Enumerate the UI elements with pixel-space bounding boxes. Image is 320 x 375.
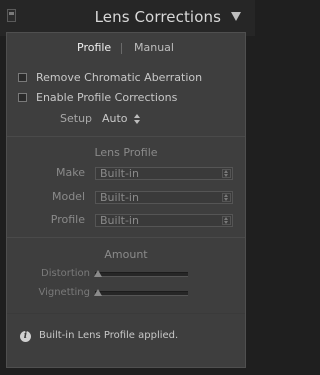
make-select-value: Built-in bbox=[100, 167, 139, 180]
enable-profile-corrections-checkbox[interactable] bbox=[18, 93, 27, 102]
vignetting-label: Vignetting bbox=[38, 287, 90, 298]
tab-bar: Profile Manual bbox=[7, 41, 245, 57]
lens-profile-title: Lens Profile bbox=[94, 146, 158, 159]
profile-select-arrows-icon bbox=[222, 216, 231, 225]
setup-select[interactable]: Auto bbox=[102, 112, 128, 125]
model-select-arrows-icon bbox=[222, 193, 231, 202]
remove-chromatic-aberration-checkbox[interactable] bbox=[18, 73, 27, 82]
panel-solo-toggle[interactable] bbox=[7, 9, 16, 22]
setup-label: Setup bbox=[60, 112, 93, 125]
panel-title: Lens Corrections bbox=[94, 8, 221, 26]
make-select-arrows-icon bbox=[222, 169, 231, 178]
panel-header[interactable]: Lens Corrections bbox=[0, 0, 255, 36]
distortion-slider-thumb[interactable] bbox=[94, 270, 102, 277]
status-message: Built-in Lens Profile applied. bbox=[39, 330, 179, 341]
section-divider bbox=[7, 136, 245, 137]
model-select-value: Built-in bbox=[100, 191, 139, 204]
profile-select-value: Built-in bbox=[100, 214, 139, 227]
profile-label: Profile bbox=[50, 213, 85, 226]
tab-separator bbox=[121, 43, 122, 54]
section-divider bbox=[7, 313, 245, 314]
amount-title: Amount bbox=[104, 248, 148, 261]
info-icon: i bbox=[20, 331, 31, 342]
tab-manual[interactable]: Manual bbox=[134, 41, 174, 54]
make-select[interactable]: Built-in bbox=[95, 167, 233, 180]
setup-stepper-icon[interactable] bbox=[134, 114, 141, 124]
model-label: Model bbox=[51, 190, 85, 203]
profile-select[interactable]: Built-in bbox=[95, 214, 233, 227]
make-label: Make bbox=[56, 166, 85, 179]
vignetting-slider[interactable] bbox=[94, 289, 188, 296]
lens-corrections-panel: Profile Manual Remove Chromatic Aberrati… bbox=[6, 32, 246, 368]
distortion-label: Distortion bbox=[41, 268, 90, 279]
model-select[interactable]: Built-in bbox=[95, 191, 233, 204]
section-divider bbox=[7, 237, 245, 238]
collapse-triangle-icon[interactable] bbox=[231, 12, 241, 21]
remove-chromatic-aberration-label: Remove Chromatic Aberration bbox=[36, 71, 203, 84]
vignetting-slider-thumb[interactable] bbox=[94, 289, 102, 296]
distortion-slider[interactable] bbox=[94, 270, 188, 277]
enable-profile-corrections-label: Enable Profile Corrections bbox=[36, 91, 178, 104]
tab-profile[interactable]: Profile bbox=[77, 41, 111, 54]
